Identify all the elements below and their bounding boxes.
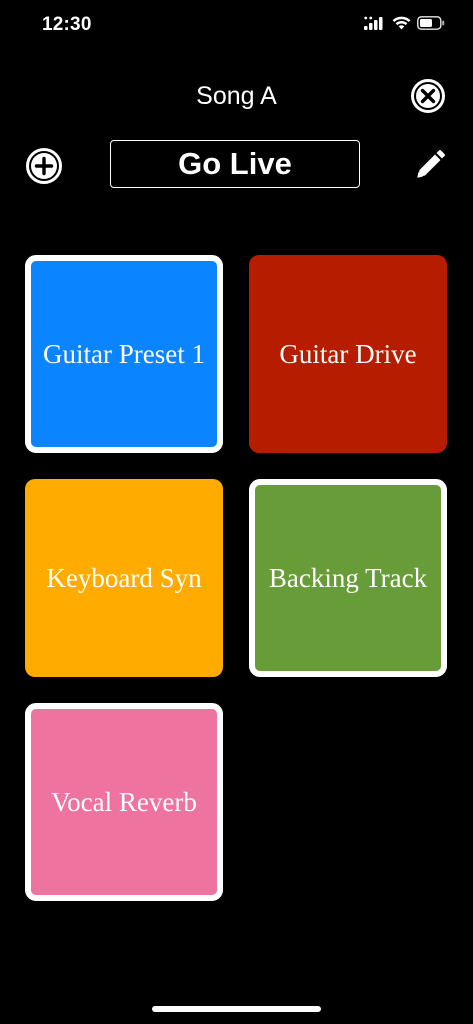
pad-label: Keyboard Syn — [46, 562, 202, 593]
pad-label: Guitar Drive — [279, 338, 417, 369]
close-circle-icon — [410, 79, 446, 118]
pad-keyboard-syn[interactable]: Keyboard Syn — [25, 479, 223, 677]
pad-vocal-reverb[interactable]: Vocal Reverb — [25, 703, 223, 901]
plus-circle-icon — [25, 148, 63, 189]
pad-guitar-drive[interactable]: Guitar Drive — [249, 255, 447, 453]
home-indicator[interactable] — [152, 1006, 321, 1012]
pad-label: Guitar Preset 1 — [43, 338, 205, 369]
status-time: 12:30 — [42, 14, 92, 35]
go-live-button[interactable]: Go Live — [110, 140, 360, 188]
edit-button[interactable] — [413, 148, 447, 182]
pad-backing-track[interactable]: Backing Track — [249, 479, 447, 677]
status-bar: 12:30 — [0, 0, 473, 54]
status-icons — [364, 16, 445, 30]
wifi-icon — [392, 16, 411, 30]
close-button[interactable] — [410, 78, 446, 114]
pad-label: Vocal Reverb — [51, 786, 197, 817]
pencil-icon — [413, 150, 447, 186]
battery-icon — [417, 16, 445, 30]
pad-label: Backing Track — [268, 562, 428, 593]
pad-guitar-preset-1[interactable]: Guitar Preset 1 — [25, 255, 223, 453]
add-button[interactable] — [25, 147, 63, 185]
signal-icon — [364, 16, 386, 30]
song-title: Song A — [196, 82, 277, 110]
